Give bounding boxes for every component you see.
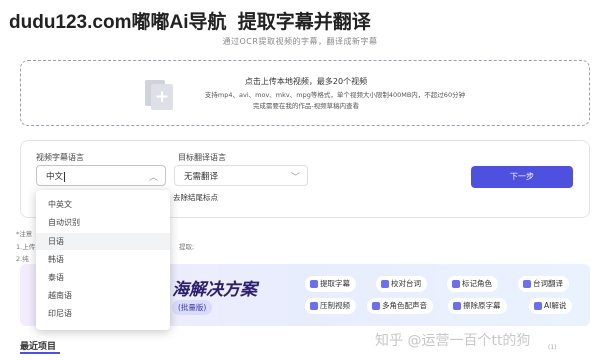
dropdown-option-hovered[interactable]: 日语	[36, 233, 170, 250]
feature-label: 提取字幕	[320, 279, 350, 288]
feature-label: 擦除原字幕	[463, 301, 501, 310]
target-language-label: 目标翻译语言	[178, 153, 226, 162]
source-language-value: 中文	[46, 172, 64, 182]
page-title: dudu123.com嘟嘟Ai导航 提取字幕并翻译	[9, 7, 371, 34]
banner-title: 海解决方案	[172, 280, 257, 300]
upload-formats: 支持mp4、avi、mov、mkv、mpg等格式，单个视频大小限制400MB内，…	[204, 91, 466, 99]
feature-label: AI解说	[544, 301, 567, 310]
page-subtitle: 通过OCR提取视频的字幕，翻译成新字幕	[222, 37, 378, 46]
next-step-button[interactable]: 下一步	[471, 166, 573, 188]
page-heading: 提取字幕并翻译	[237, 12, 371, 33]
feature-erase-subtitles[interactable]: 擦除原字幕	[448, 298, 507, 314]
tips-line-1: 1.上传 提取;	[16, 241, 194, 251]
dropdown-option[interactable]: 越南语	[36, 287, 170, 304]
feature-icon	[381, 280, 389, 288]
feature-extract-subtitles[interactable]: 提取字幕	[305, 276, 356, 292]
tab-recent-projects[interactable]: 最近项目	[20, 339, 56, 352]
source-language-label: 视频字幕语言	[36, 153, 84, 162]
watermark: 知乎 @运营一百个tt的狗	[375, 333, 531, 349]
feature-icon	[310, 280, 318, 288]
feature-proofread[interactable]: 校对台词	[376, 276, 427, 292]
language-dropdown-menu: 中英文 自动识别 日语 韩语 泰语 越南语 印尼语	[36, 190, 170, 330]
feature-label: 校对台词	[391, 279, 421, 288]
tips-line-1-tail: 提取;	[179, 243, 195, 251]
feature-icon	[372, 302, 380, 310]
feature-icon	[534, 302, 542, 310]
feature-translate[interactable]: 台词翻译	[518, 276, 569, 292]
feature-icon	[310, 302, 318, 310]
banner-tag: (批量版)	[172, 300, 213, 315]
dropdown-option[interactable]: 韩语	[36, 251, 170, 268]
upload-dropzone[interactable]: + 点击上传本地视频，最多20个视频 支持mp4、avi、mov、mkv、mpg…	[20, 60, 590, 126]
tips-label: *注意	[16, 230, 33, 238]
feature-multi-voice[interactable]: 多角色配声音	[367, 298, 433, 314]
upload-title: 点击上传本地视频，最多20个视频	[244, 77, 368, 86]
watermark-small: (1)	[548, 344, 557, 351]
feature-compress-video[interactable]: 压制视频	[305, 298, 356, 314]
tab-active-indicator	[20, 352, 60, 354]
dropdown-option[interactable]: 印尼语	[36, 305, 170, 322]
feature-label: 标记角色	[462, 279, 492, 288]
feature-label: 压制视频	[320, 301, 350, 310]
chevron-up-icon: ︿	[148, 173, 158, 183]
feature-mark-roles[interactable]: 标记角色	[447, 276, 498, 292]
site-brand: dudu123.com嘟嘟Ai导航	[9, 12, 227, 33]
dropdown-option[interactable]: 泰语	[36, 269, 170, 286]
remove-trailing-punctuation-checkbox[interactable]: 去除结尾标点	[173, 192, 218, 203]
chevron-down-icon: ﹀	[290, 173, 300, 183]
feature-icon	[523, 280, 531, 288]
feature-label: 台词翻译	[533, 279, 563, 288]
tips-line-2: 2.纯	[16, 255, 29, 263]
source-language-select[interactable]: 中文 ︿	[36, 165, 166, 186]
feature-icon	[452, 280, 460, 288]
tips-line-1-head: 1.上传	[16, 243, 36, 251]
dropdown-option[interactable]: 自动识别	[36, 214, 170, 231]
feature-ai-narration[interactable]: AI解说	[529, 298, 573, 314]
text-caret	[64, 171, 66, 182]
feature-icon	[453, 302, 461, 310]
target-language-select[interactable]: 无需翻译 ﹀	[174, 165, 308, 186]
target-language-value: 无需翻译	[184, 172, 219, 182]
upload-note: 完成需要在我的作品-视频草稿内查看	[252, 102, 360, 110]
dropdown-option[interactable]: 中英文	[36, 196, 170, 213]
feature-label: 多角色配声音	[382, 301, 427, 310]
